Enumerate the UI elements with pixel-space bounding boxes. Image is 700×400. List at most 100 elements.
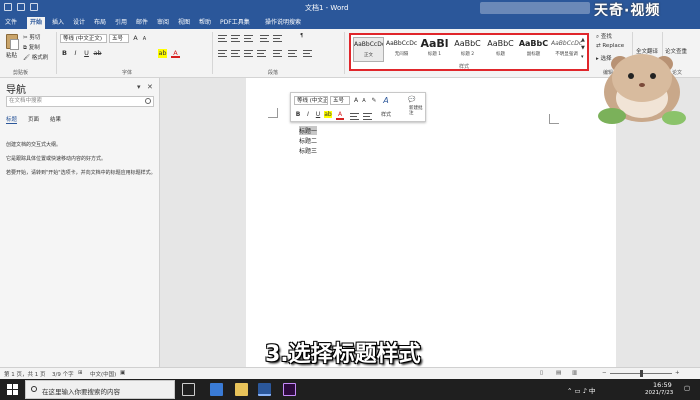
mini-grow-font-button[interactable]: A: [352, 97, 360, 104]
chevron-up-icon[interactable]: ▲: [581, 37, 585, 43]
align-left-icon[interactable]: [218, 50, 227, 57]
show-marks-icon[interactable]: ¶: [300, 33, 304, 39]
new-comment-label[interactable]: 新建批注: [409, 106, 423, 116]
comment-icon[interactable]: 💬: [408, 96, 416, 103]
clock-date[interactable]: 2021/7/23: [645, 390, 673, 396]
tab-file[interactable]: 文件: [2, 17, 20, 29]
nav-tab-headings[interactable]: 标题: [6, 115, 18, 124]
document-line[interactable]: 标题一: [299, 126, 318, 135]
copy-button[interactable]: ⧉ 复制: [23, 43, 40, 52]
file-explorer-icon[interactable]: [235, 383, 248, 396]
taskbar-search-input[interactable]: 在这里输入你要搜索的内容: [25, 380, 175, 399]
word-count[interactable]: 3/9 个字: [52, 370, 74, 378]
line-spacing-icon[interactable]: [273, 50, 282, 57]
tab-layout[interactable]: 布局: [91, 17, 109, 29]
style-subtle-emphasis[interactable]: AaBbCcDc 不明显强调: [551, 37, 582, 62]
edge-browser-icon[interactable]: [210, 383, 223, 396]
search-icon[interactable]: [145, 98, 151, 104]
bold-button[interactable]: B: [60, 49, 69, 58]
style-heading-2[interactable]: AaBbC 标题 2: [452, 37, 483, 62]
print-layout-icon[interactable]: ▤: [556, 370, 561, 376]
numbering-icon[interactable]: [231, 35, 240, 42]
tab-references[interactable]: 引用: [112, 17, 130, 29]
tab-home[interactable]: 开始: [27, 17, 46, 29]
tab-review[interactable]: 审阅: [154, 17, 172, 29]
nav-tab-results[interactable]: 结果: [50, 115, 61, 123]
align-right-icon[interactable]: [244, 50, 253, 57]
system-tray-icons[interactable]: ⌃ ▭ ♪ 中: [567, 385, 595, 395]
zoom-in-icon[interactable]: +: [675, 370, 680, 376]
strikethrough-button[interactable]: ab: [93, 49, 102, 58]
proofing-icon[interactable]: ⊞: [78, 370, 83, 376]
zoom-out-icon[interactable]: −: [602, 370, 607, 376]
tab-view[interactable]: 视图: [175, 17, 193, 29]
save-icon[interactable]: [4, 3, 12, 11]
borders-icon[interactable]: [303, 50, 312, 57]
tell-me-search[interactable]: 操作说明搜索: [262, 17, 304, 29]
tab-design[interactable]: 设计: [70, 17, 88, 29]
read-mode-icon[interactable]: ▯: [540, 370, 543, 376]
redo-icon[interactable]: [30, 3, 38, 11]
tab-pdf-tools[interactable]: PDF工具集: [217, 17, 253, 29]
font-size-select[interactable]: 五号: [109, 34, 129, 43]
bullets-icon[interactable]: [218, 35, 227, 42]
mini-highlight-button[interactable]: ab: [324, 111, 332, 118]
styles-gallery[interactable]: AaBbCcDc 正文 AaBbCcDc 无间隔 AaBl 标题 1 AaBbC…: [349, 33, 589, 71]
italic-button[interactable]: I: [71, 49, 80, 58]
close-icon[interactable]: ✕: [147, 83, 153, 91]
nav-search-input[interactable]: 在文档中搜索: [6, 96, 154, 107]
font-name-select[interactable]: 等线 (中文正文): [60, 34, 107, 43]
justify-icon[interactable]: [257, 50, 266, 57]
format-painter-button[interactable]: 🖌 格式刷: [23, 53, 48, 61]
clock-time[interactable]: 16:59: [653, 381, 672, 389]
language-indicator[interactable]: 中文(中国): [90, 370, 116, 378]
word-app-icon[interactable]: [258, 383, 271, 396]
tab-help[interactable]: 帮助: [196, 17, 214, 29]
zoom-slider-knob[interactable]: [640, 370, 643, 377]
chevron-down-icon[interactable]: ▾: [137, 83, 141, 91]
mini-font-size[interactable]: 五号: [330, 96, 350, 105]
highlight-button[interactable]: ab: [158, 49, 167, 58]
macro-icon[interactable]: ▣: [120, 370, 125, 376]
mini-italic-button[interactable]: I: [304, 111, 312, 118]
underline-button[interactable]: U: [82, 49, 91, 58]
align-center-icon[interactable]: [231, 50, 240, 57]
undo-icon[interactable]: [17, 3, 25, 11]
web-layout-icon[interactable]: ▥: [572, 370, 577, 376]
mini-bullets-icon[interactable]: [350, 113, 359, 120]
mini-font-name[interactable]: 等线 (中文正: [294, 96, 328, 105]
windows-start-icon[interactable]: [7, 384, 18, 395]
mini-styles-icon[interactable]: A: [382, 96, 390, 105]
style-no-spacing[interactable]: AaBbCcDc 无间隔: [386, 37, 417, 62]
mini-bold-button[interactable]: B: [294, 111, 302, 118]
premiere-app-icon[interactable]: [283, 383, 296, 396]
mini-numbering-icon[interactable]: [363, 113, 372, 120]
style-normal[interactable]: AaBbCcDc 正文: [353, 37, 384, 62]
mini-underline-button[interactable]: U: [314, 111, 322, 118]
document-line[interactable]: 标题二: [299, 136, 317, 145]
cut-button[interactable]: ✂ 剪切: [23, 33, 40, 41]
increase-indent-icon[interactable]: [273, 35, 282, 42]
more-styles-icon[interactable]: ▾: [581, 54, 584, 60]
shrink-font-button[interactable]: A: [140, 35, 149, 44]
style-heading-1[interactable]: AaBl 标题 1: [419, 37, 450, 62]
grow-font-button[interactable]: A: [131, 34, 140, 43]
mini-styles-label[interactable]: 样式: [381, 111, 391, 118]
mini-shrink-font-button[interactable]: A: [360, 98, 368, 104]
notification-icon[interactable]: ▢: [684, 384, 690, 392]
paste-icon[interactable]: [6, 34, 19, 50]
page-count[interactable]: 第 1 页，共 1 页: [4, 370, 46, 378]
mini-font-color-button[interactable]: A: [336, 111, 344, 120]
multilevel-list-icon[interactable]: [244, 35, 253, 42]
task-view-icon[interactable]: [182, 383, 195, 396]
paste-label[interactable]: 粘贴: [6, 51, 17, 59]
style-title[interactable]: AaBbC 标题: [485, 37, 516, 62]
decrease-indent-icon[interactable]: [260, 35, 269, 42]
shading-icon[interactable]: [288, 50, 297, 57]
tab-mailings[interactable]: 邮件: [133, 17, 151, 29]
format-brush-icon[interactable]: ✎: [370, 97, 378, 104]
nav-tab-pages[interactable]: 页面: [28, 115, 39, 123]
document-line[interactable]: 标题三: [299, 146, 317, 155]
style-subtitle[interactable]: AaBbC 副标题: [518, 37, 549, 62]
font-color-button[interactable]: A: [171, 49, 180, 58]
